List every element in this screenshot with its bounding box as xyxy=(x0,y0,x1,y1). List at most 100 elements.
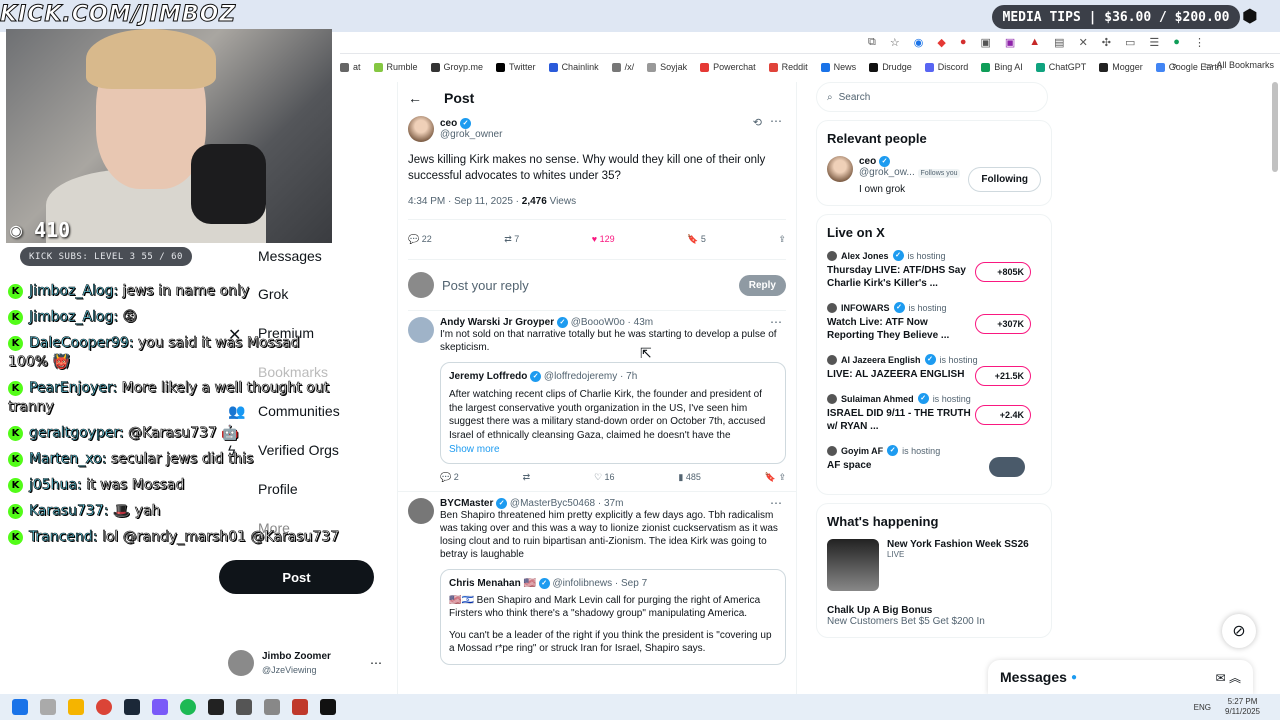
bookmark-favicon-icon xyxy=(869,62,879,72)
extension-icon[interactable]: ▣ xyxy=(980,36,990,49)
clock[interactable]: 5:27 PM 9/11/2025 xyxy=(1225,697,1260,717)
grok-fab-icon[interactable]: ⊘ xyxy=(1222,614,1256,648)
install-icon[interactable]: ⧉ xyxy=(868,36,876,49)
reply-action[interactable]: 💬 22 xyxy=(408,234,432,245)
profile-icon[interactable]: ● xyxy=(1173,36,1180,49)
extension-icon[interactable]: ▲ xyxy=(1029,36,1040,49)
live-item[interactable]: Goyim AF ✓ is hosting AF space xyxy=(827,445,1041,478)
post-text: Jews killing Kirk makes no sense. Why wo… xyxy=(408,154,766,182)
extension-icon[interactable]: ● xyxy=(960,36,967,49)
start-icon[interactable] xyxy=(12,699,28,715)
verified-icon: ✓ xyxy=(887,445,899,457)
bookmark-item[interactable]: Discord xyxy=(924,62,968,72)
more-options-icon[interactable]: ⋯ xyxy=(770,315,782,329)
chrome-icon[interactable] xyxy=(96,699,112,715)
like-action[interactable]: ♡ 16 xyxy=(594,472,615,483)
like-action[interactable]: ♥ 129 xyxy=(592,234,615,245)
reply-avatar[interactable] xyxy=(408,317,434,343)
kebab-menu-icon[interactable]: ⋮ xyxy=(1194,36,1205,49)
bookmark-item[interactable]: Groyp.me xyxy=(430,62,483,72)
bookmark-item[interactable]: Twitter xyxy=(496,62,536,72)
reply-avatar[interactable] xyxy=(408,498,434,525)
bookmark-item[interactable]: at xyxy=(340,62,361,72)
relevant-title: Relevant people xyxy=(827,131,927,146)
search-input[interactable]: ⌕ Search xyxy=(816,82,1048,112)
quoted-post[interactable]: Jeremy Loffredo ✓ @loffredojeremy · 7h A… xyxy=(440,362,786,465)
post-column: ← Post ceo ✓ @grok_owner ⟲ ⋯ Jews killing … xyxy=(397,82,797,694)
bookmark-item[interactable]: Rumble xyxy=(373,62,418,72)
bookmark-item[interactable]: Powerchat xyxy=(700,62,756,72)
bookmark-item[interactable]: /x/ xyxy=(611,62,634,72)
file-explorer-icon[interactable] xyxy=(68,699,84,715)
author-name[interactable]: ceo xyxy=(440,118,457,129)
compose-message-icon[interactable]: ✉ ︽ xyxy=(1216,669,1241,686)
share-icon[interactable]: ⇪ xyxy=(778,234,786,245)
app-icon[interactable] xyxy=(264,699,280,715)
extension-icon[interactable]: ◆ xyxy=(937,36,945,49)
bookmark-item[interactable]: Soyjak xyxy=(647,62,687,72)
more-options-icon[interactable]: ⋯ xyxy=(770,114,782,128)
scrollbar[interactable] xyxy=(1272,82,1278,172)
language-indicator[interactable]: ENG xyxy=(1194,703,1211,712)
views-action[interactable]: ▮ 485 xyxy=(678,472,700,483)
reply-1[interactable]: Andy Warski Jr Groyper ✓ @BoooW0o · 43m … xyxy=(398,311,796,493)
person-avatar[interactable] xyxy=(827,156,853,182)
obs-icon[interactable] xyxy=(152,699,168,715)
show-more-link[interactable]: Show more xyxy=(449,444,777,455)
more-options-icon[interactable]: ⋯ xyxy=(770,496,782,510)
terminal-icon[interactable] xyxy=(208,699,224,715)
post-button[interactable]: Post xyxy=(219,560,374,594)
account-avatar[interactable] xyxy=(228,650,254,676)
messages-drawer[interactable]: Messages ● ✉ ︽ xyxy=(988,660,1253,694)
bookmark-favicon-icon xyxy=(611,62,621,72)
x-app-icon[interactable] xyxy=(320,699,336,715)
bookmarks-overflow-icon[interactable]: » xyxy=(1172,60,1177,70)
bookmark-item[interactable]: News xyxy=(820,62,856,72)
repost-action[interactable]: ⇄ xyxy=(523,472,531,483)
bookmark-item[interactable]: Bing AI xyxy=(981,62,1023,72)
post-header-title: Post xyxy=(444,90,475,106)
task-view-icon[interactable] xyxy=(40,699,56,715)
bookmark-item[interactable]: ChatGPT xyxy=(1035,62,1086,72)
live-item[interactable]: Alex Jones ✓ is hosting Thursday LIVE: ATF/… xyxy=(827,250,1041,290)
bookmark-action[interactable]: 🔖 5 xyxy=(687,234,706,245)
account-menu-icon[interactable]: ⋯ xyxy=(370,656,382,670)
nav-messages[interactable]: Messages xyxy=(258,248,322,264)
bookmark-item[interactable]: Chainlink xyxy=(548,62,599,72)
bookmark-item[interactable]: Drudge xyxy=(869,62,912,72)
reply-action[interactable]: 💬 2 xyxy=(440,472,459,483)
puzzle-icon[interactable]: ✣ xyxy=(1102,36,1111,49)
spotify-icon[interactable] xyxy=(180,699,196,715)
grok-icon[interactable]: ⟲ xyxy=(753,116,762,129)
x-extension-icon[interactable]: ✕ xyxy=(1079,36,1088,49)
sidepanel-icon[interactable]: ▭ xyxy=(1125,36,1135,49)
author-avatar[interactable] xyxy=(408,116,434,142)
live-item[interactable]: Al Jazeera English ✓ is hosting LIVE: AL JA… xyxy=(827,354,1041,387)
live-item[interactable]: Sulaiman Ahmed ✓ is hosting ISRAEL DID 9/11… xyxy=(827,393,1041,433)
kick-badge-icon: K xyxy=(8,380,23,396)
live-item[interactable]: INFOWARS ✓ is hosting Watch Live: ATF Now R… xyxy=(827,302,1041,342)
promoted-trend[interactable]: Chalk Up A Big Bonus xyxy=(827,605,1041,616)
star-icon[interactable]: ☆ xyxy=(890,36,900,49)
back-arrow-icon[interactable]: ← xyxy=(408,90,422,106)
app-icon[interactable] xyxy=(292,699,308,715)
quoted-post[interactable]: Chris Menahan 🇺🇸 ✓ @infolibnews · Sep 7 … xyxy=(440,569,786,665)
following-button[interactable]: Following xyxy=(968,167,1041,192)
menu-icon[interactable]: ☰ xyxy=(1149,36,1159,49)
all-bookmarks[interactable]: ▭ All Bookmarks xyxy=(1204,60,1274,71)
reply-button[interactable]: Reply xyxy=(738,274,786,296)
app-icon[interactable] xyxy=(236,699,252,715)
bookmark-item[interactable]: Mogger xyxy=(1099,62,1143,72)
trend-item[interactable]: New York Fashion Week SS26 LIVE xyxy=(827,539,1041,592)
extension-icon[interactable]: ◉ xyxy=(914,36,924,49)
author-handle[interactable]: @grok_owner xyxy=(440,129,502,140)
right-sidebar: ⌕ Search Relevant people ceo ✓ @grok_ow..… xyxy=(816,82,1052,639)
bookmark-item[interactable]: Reddit xyxy=(768,62,808,72)
reply-input[interactable]: Post your reply xyxy=(442,278,731,293)
reply-2[interactable]: BYCMaster ✓ @MasterByc50468 · 37m Ben Sh… xyxy=(398,492,796,670)
repost-action[interactable]: ⇄ 7 xyxy=(504,234,519,245)
extension-icon[interactable]: ▤ xyxy=(1054,36,1064,49)
bookmark-action[interactable]: 🔖 ⇪ xyxy=(765,472,786,483)
steam-icon[interactable] xyxy=(124,699,140,715)
extension-icon[interactable]: ▣ xyxy=(1005,36,1015,49)
